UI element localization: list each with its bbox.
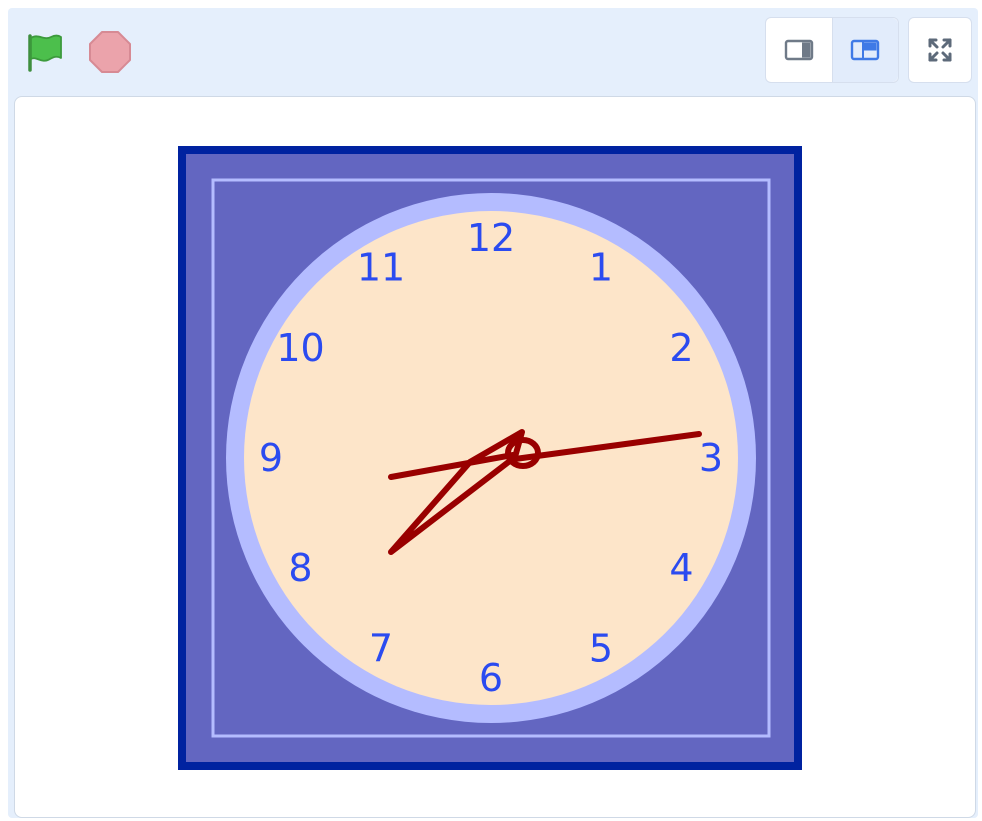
stage-canvas[interactable]: 12 1 2 3 4 5 6 7 8 9 10 11 xyxy=(14,96,976,818)
clock-numeral-1: 1 xyxy=(589,246,613,290)
stage-wrapper: 12 1 2 3 4 5 6 7 8 9 10 11 xyxy=(8,8,978,818)
clock-numeral-8: 8 xyxy=(288,546,312,590)
green-flag-icon[interactable] xyxy=(20,28,68,76)
clock-sprite: 121234567891011 xyxy=(178,146,802,770)
clock-numeral-9: 9 xyxy=(259,436,283,480)
normal-stage-icon xyxy=(851,39,880,61)
clock-numeral-6: 6 xyxy=(479,656,503,700)
fullscreen-button[interactable] xyxy=(908,17,972,83)
clock-numeral-11: 11 xyxy=(357,246,405,290)
clock-numeral-4: 4 xyxy=(669,546,693,590)
clock-numeral-10: 10 xyxy=(276,326,324,370)
clock-numeral-7: 7 xyxy=(369,627,393,671)
normal-stage-button[interactable] xyxy=(831,18,898,82)
stage-size-toggle xyxy=(765,17,899,83)
fullscreen-icon xyxy=(928,38,952,62)
stage-header xyxy=(8,8,978,96)
clock-numeral-5: 5 xyxy=(589,627,613,671)
clock-numeral-3: 3 xyxy=(699,436,723,480)
clock-numeral-12: 12 xyxy=(467,216,515,260)
stop-sign-icon[interactable] xyxy=(86,28,134,76)
clock-numeral-2: 2 xyxy=(669,326,693,370)
small-stage-icon xyxy=(784,39,813,61)
small-stage-button[interactable] xyxy=(766,18,832,82)
